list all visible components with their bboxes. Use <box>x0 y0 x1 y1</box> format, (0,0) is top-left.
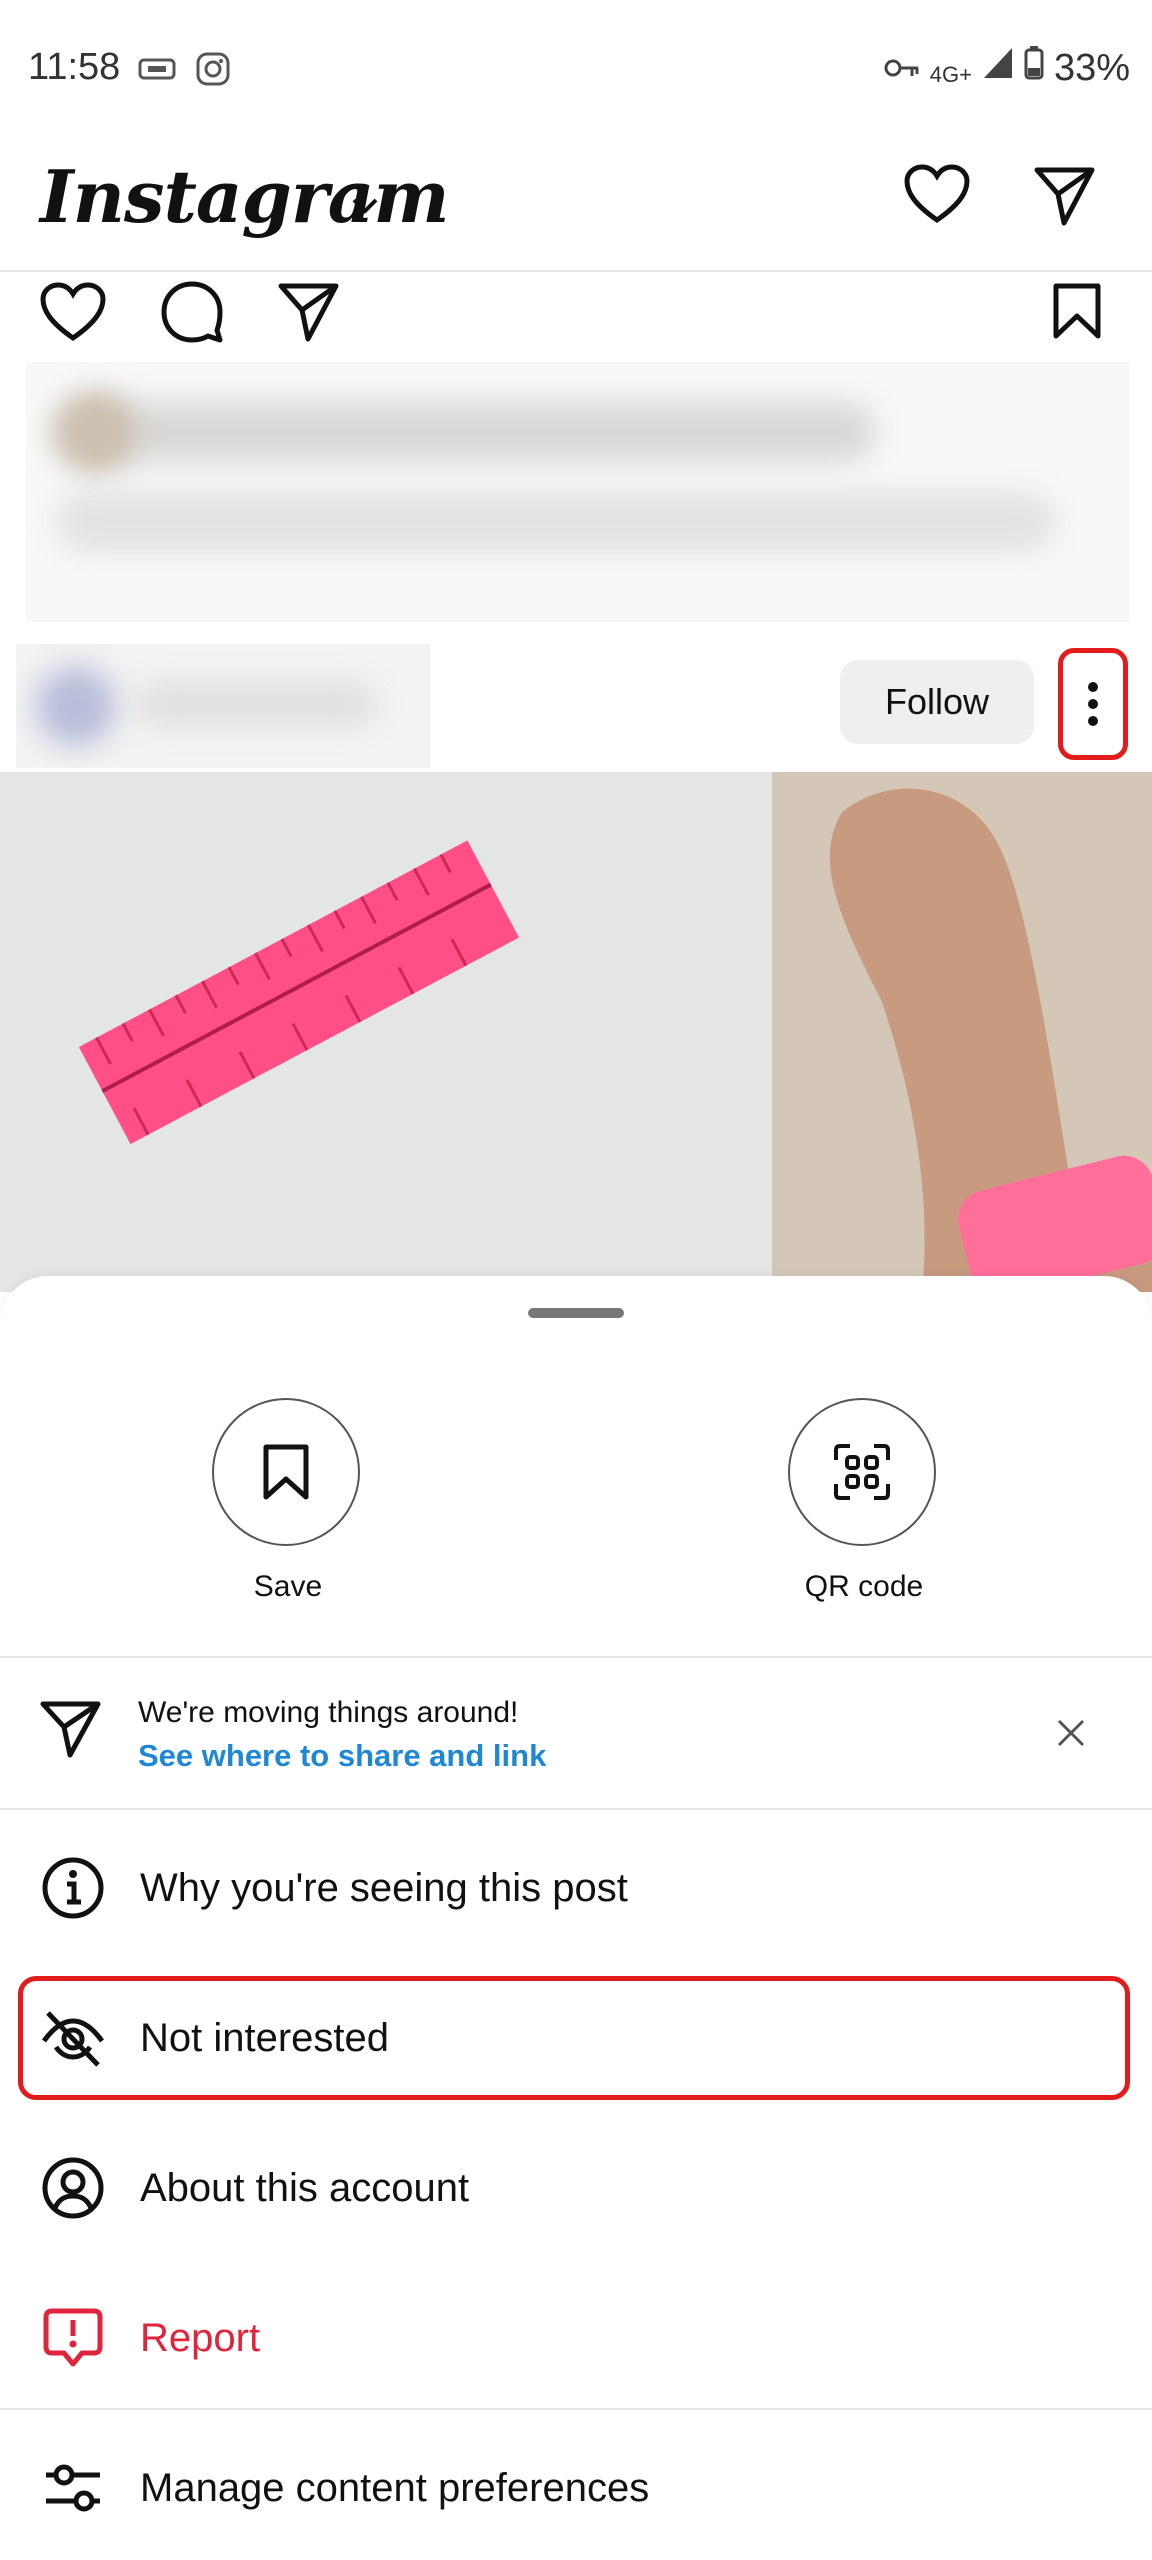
follow-button[interactable]: Follow <box>840 660 1034 744</box>
key-icon <box>884 47 920 90</box>
status-time: 11:58 <box>28 46 121 88</box>
menu-item-not-interested[interactable]: Not interested <box>0 1968 1152 2108</box>
post-image[interactable] <box>0 772 1152 1292</box>
eye-off-icon <box>38 2003 108 2073</box>
save-circle-button[interactable] <box>212 1398 360 1546</box>
sheet-drag-handle[interactable] <box>528 1308 624 1318</box>
qr-code-label: QR code <box>804 1570 924 1603</box>
app-header: Instagram <box>0 130 1152 272</box>
notice-link[interactable]: See where to share and link <box>138 1738 546 1774</box>
comment-icon[interactable] <box>160 280 224 349</box>
options-bottom-sheet: Save QR code We're moving things around!… <box>0 1276 1152 2560</box>
heart-icon[interactable] <box>904 164 970 229</box>
divider <box>0 1656 1152 1658</box>
menu-item-label: About this account <box>140 2165 470 2210</box>
qr-code-action[interactable] <box>788 1398 936 1546</box>
battery-percent: 33% <box>1053 46 1130 89</box>
save-label: Save <box>253 1570 323 1603</box>
report-icon <box>38 2303 108 2373</box>
status-bar: 11:58 4G+ 33% <box>0 0 1152 130</box>
send-icon <box>40 1700 102 1763</box>
qr-code-circle-button[interactable] <box>788 1398 936 1546</box>
chevron-down-icon[interactable] <box>350 196 380 221</box>
pink-ruler <box>78 840 519 1145</box>
bookmark-icon[interactable] <box>1052 282 1102 345</box>
notice-text: We're moving things around! <box>138 1696 519 1729</box>
status-indicators: 4G+ 33% <box>884 46 1130 90</box>
divider <box>0 2408 1152 2410</box>
share-icon[interactable] <box>278 282 340 347</box>
network-type: 4G+ <box>929 62 972 87</box>
close-icon[interactable] <box>1054 1716 1088 1755</box>
signal-icon <box>982 46 1014 90</box>
menu-item-manage-preferences[interactable]: Manage content preferences <box>0 2418 1152 2558</box>
instagram-app-icon <box>196 52 230 91</box>
info-icon <box>38 1853 108 1923</box>
more-options-button[interactable] <box>1058 648 1128 760</box>
menu-item-label: Why you're seeing this post <box>140 1865 628 1910</box>
save-action[interactable] <box>212 1398 360 1546</box>
battery-icon <box>1024 46 1044 90</box>
menu-item-label: Not interested <box>140 2015 390 2060</box>
menu-item-label: Report <box>140 2315 261 2360</box>
image-right-panel <box>772 772 1152 1292</box>
blurred-profile[interactable] <box>16 644 430 768</box>
divider <box>0 1808 1152 1810</box>
menu-item-why-seeing-post[interactable]: Why you're seeing this post <box>0 1818 1152 1958</box>
account-circle-icon <box>38 2153 108 2223</box>
send-icon[interactable] <box>1034 166 1096 231</box>
instagram-logo[interactable]: Instagram <box>40 154 450 239</box>
image-left-panel <box>0 772 772 1292</box>
menu-item-report[interactable]: Report <box>0 2268 1152 2408</box>
blurred-caption <box>26 362 1130 622</box>
more-vertical-icon <box>1088 682 1098 726</box>
like-icon[interactable] <box>40 282 106 347</box>
menu-item-about-account[interactable]: About this account <box>0 2118 1152 2258</box>
vpn-key-icon <box>138 58 176 85</box>
sliders-icon <box>38 2453 108 2523</box>
qr-code-icon <box>834 1444 890 1500</box>
menu-item-label: Manage content preferences <box>140 2465 650 2510</box>
bookmark-icon <box>263 1444 309 1500</box>
